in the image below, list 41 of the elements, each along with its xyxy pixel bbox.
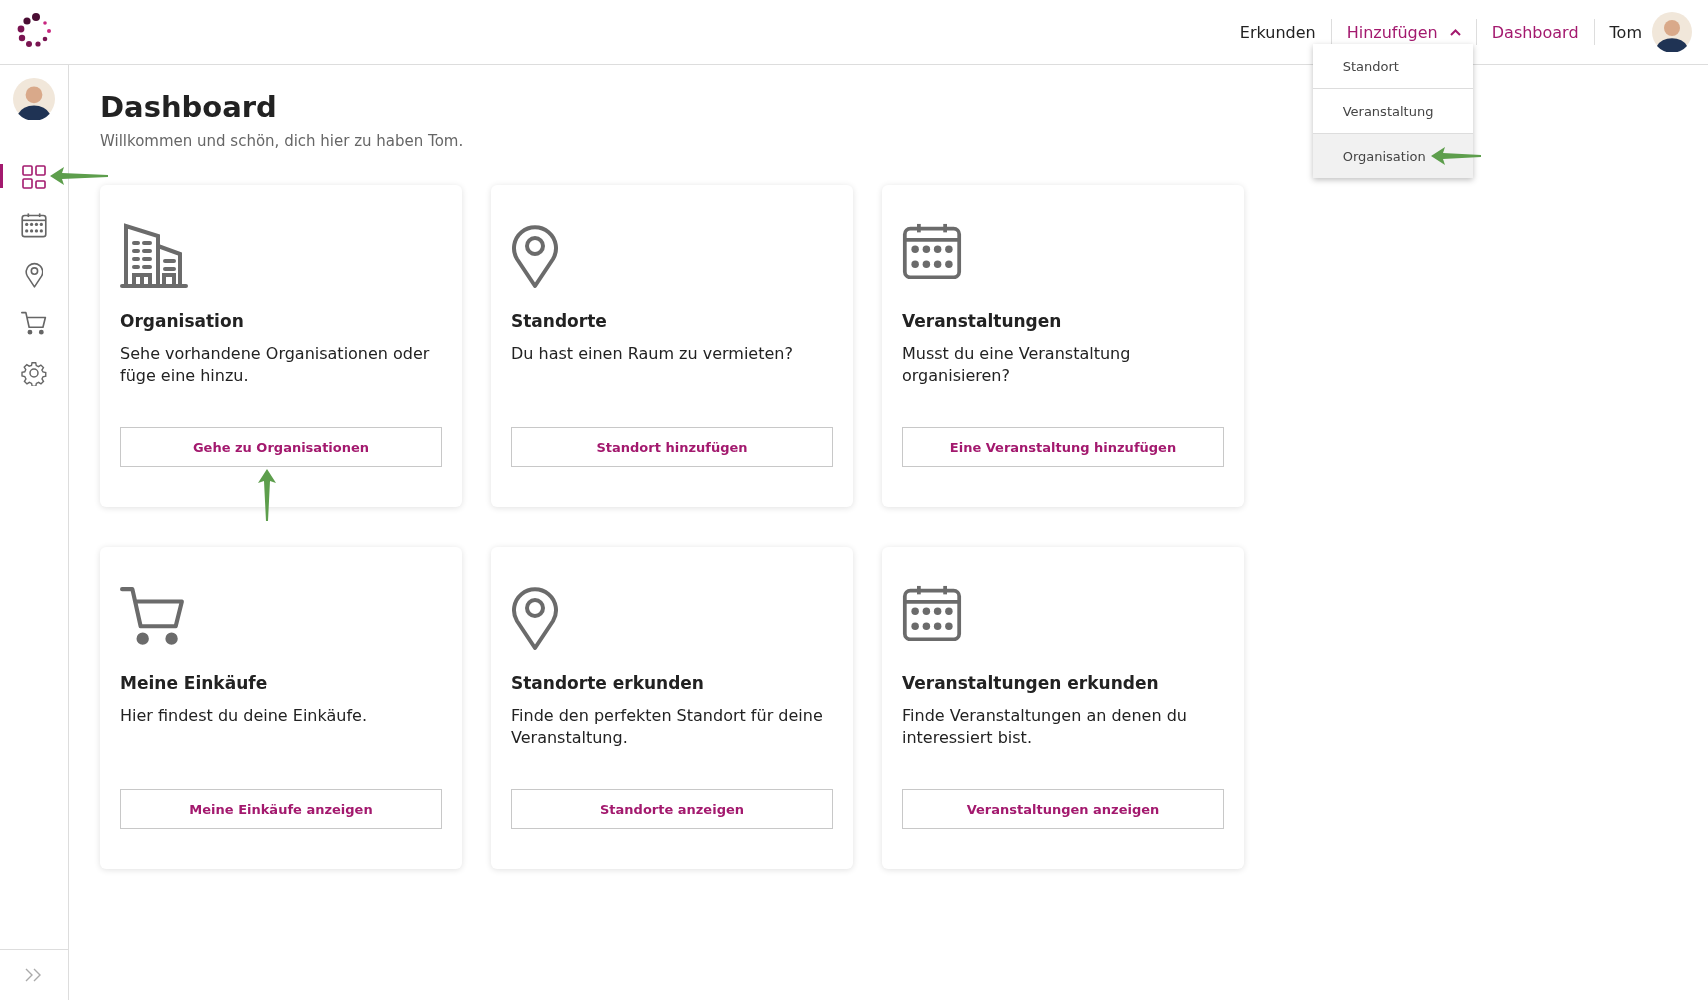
- menu-item[interactable]: Standort: [1312, 44, 1473, 88]
- card-text: Finde den perfekten Standort für deine Veranstaltung.: [511, 705, 824, 749]
- dropdown-toggle[interactable]: Hinzufügen: [1346, 22, 1461, 42]
- page-subtitle: Willkommen und schön, dich hier zu haben Tom.: [100, 132, 464, 150]
- pin-icon: [511, 223, 559, 289]
- card-button[interactable]: Standort hinzufügen: [511, 427, 833, 467]
- card-title: Veranstaltungen: [902, 311, 1063, 331]
- pin-icon: [511, 585, 559, 651]
- card-title: Veranstaltungen erkunden: [902, 673, 1160, 693]
- cart-icon[interactable]: [21, 311, 47, 336]
- calendar-icon: [902, 223, 962, 280]
- user-name[interactable]: Tom: [1609, 22, 1642, 42]
- gear-icon[interactable]: [21, 359, 47, 386]
- card-text: Du hast einen Raum zu vermieten?: [511, 343, 794, 365]
- card-title: Organisation: [120, 311, 245, 331]
- building-icon: [120, 223, 188, 289]
- menu-item[interactable]: Veranstaltung: [1312, 89, 1473, 133]
- menu-item[interactable]: Organisation: [1312, 134, 1473, 178]
- card-text: Sehe vorhandene Organisationen oder füge eine hinzu.: [120, 343, 431, 387]
- caret-icon: [1449, 28, 1461, 36]
- card-text: Hier findest du deine Einkäufe.: [120, 705, 368, 727]
- card-button[interactable]: Veranstaltungen anzeigen: [902, 789, 1224, 829]
- calendar-icon[interactable]: [21, 213, 47, 238]
- pin-icon[interactable]: [24, 261, 44, 288]
- nav-link[interactable]: Erkunden: [1239, 22, 1316, 42]
- card-title: Standorte: [511, 311, 608, 331]
- page-title: Dashboard: [100, 90, 277, 124]
- card-title: Standorte erkunden: [511, 673, 705, 693]
- cart-icon: [120, 585, 186, 647]
- nav-link[interactable]: Dashboard: [1491, 22, 1579, 42]
- card-button[interactable]: Standorte anzeigen: [511, 789, 833, 829]
- card-button[interactable]: Gehe zu Organisationen: [120, 427, 442, 467]
- card-button[interactable]: Eine Veranstaltung hinzufügen: [902, 427, 1224, 467]
- card-text: Finde Veranstaltungen an denen du interessiert bist.: [902, 705, 1188, 749]
- avatar-icon[interactable]: [13, 78, 55, 120]
- card-text: Musst du eine Veranstaltung organisieren?: [902, 343, 1132, 387]
- calendar-icon: [902, 585, 962, 642]
- grid-icon[interactable]: [21, 163, 47, 190]
- avatar-icon[interactable]: [1652, 12, 1692, 52]
- card-title: Meine Einkäufe: [120, 673, 269, 693]
- card-button[interactable]: Meine Einkäufe anzeigen: [120, 789, 442, 829]
